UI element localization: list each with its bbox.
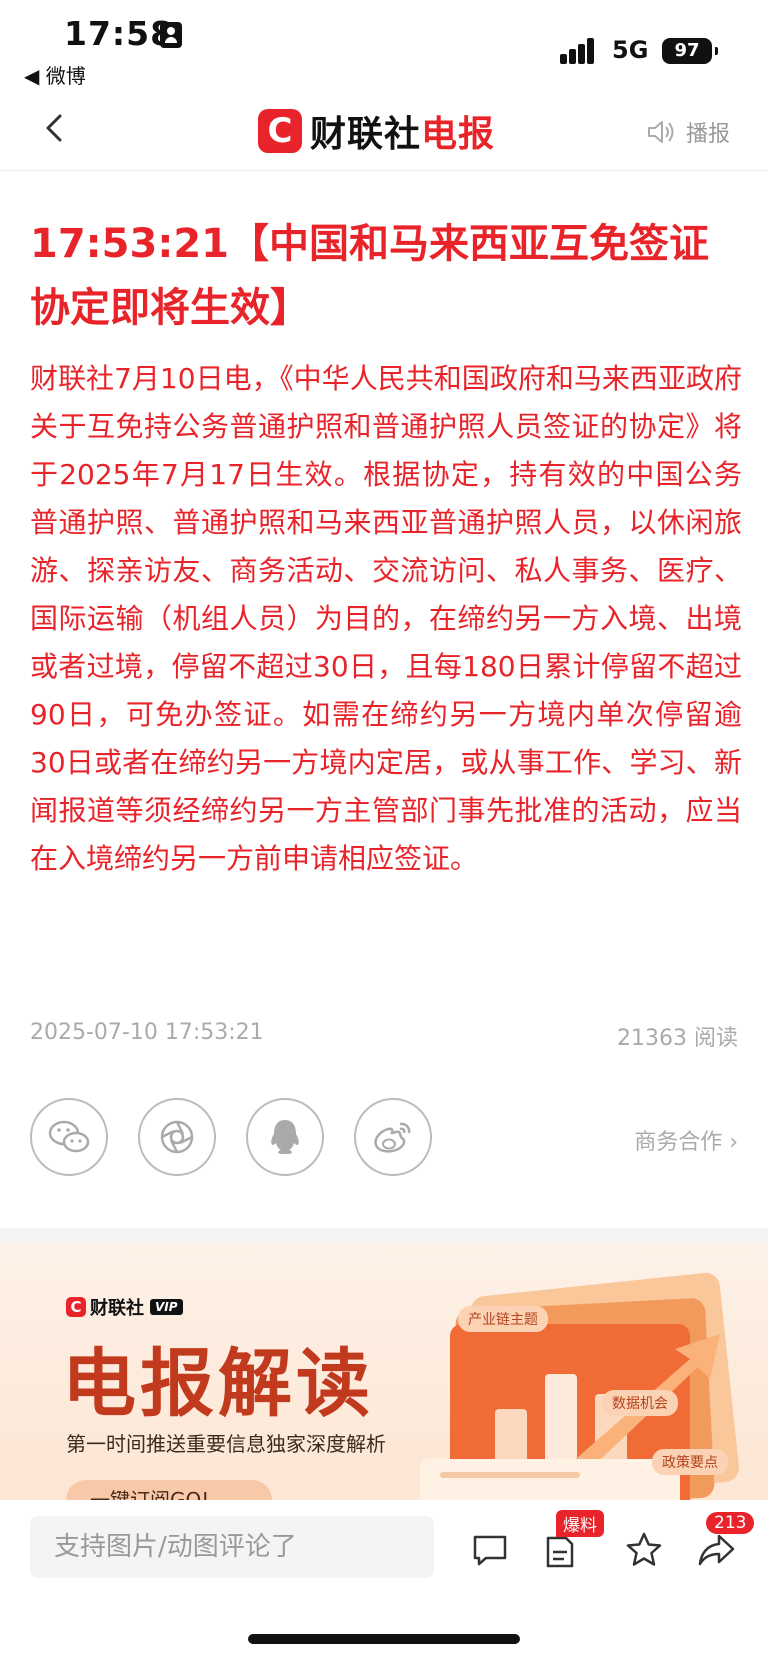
share-qq-button[interactable] [246, 1098, 324, 1176]
banner-chip: 政策要点 [652, 1449, 728, 1475]
network-type: 5G [612, 36, 649, 64]
weibo-icon [374, 1122, 411, 1153]
favorite-button[interactable] [624, 1530, 664, 1570]
wechat-icon [48, 1120, 90, 1153]
share-arrow-icon [698, 1534, 735, 1566]
banner-chip: 产业链主题 [458, 1306, 548, 1332]
chevron-left-icon [46, 114, 62, 142]
logo-mark: C [258, 109, 302, 153]
qq-icon [271, 1120, 299, 1154]
banner-title: 电报解读 [62, 1341, 374, 1427]
banner-chip: 数据机会 [602, 1390, 678, 1416]
back-to-app-link[interactable]: ◀ 微博 [24, 60, 86, 89]
moments-icon [160, 1120, 194, 1154]
section-divider [0, 1228, 768, 1244]
comment-input[interactable]: 支持图片/动图评论了 [30, 1516, 434, 1578]
nav-bar: C 财联社 电报 播报 [0, 92, 768, 171]
speaker-icon [648, 121, 674, 143]
logo-brand: 财联社 [310, 114, 422, 155]
share-row [30, 1098, 462, 1176]
report-badge: 爆料 [556, 1510, 604, 1537]
article-datetime: 2025-07-10 17:53:21 [30, 1020, 264, 1045]
logo-product: 电报 [421, 114, 496, 155]
banner-subtitle: 第一时间推送重要信息独家深度解析 [66, 1432, 386, 1456]
home-indicator [248, 1634, 520, 1644]
comment-icon [473, 1535, 507, 1566]
comment-button[interactable] [470, 1530, 510, 1570]
battery-icon: 97 [662, 38, 718, 64]
article-headline: 17:53:21【中国和马来西亚互免签证协定即将生效】 [30, 221, 709, 331]
share-moments-button[interactable] [138, 1098, 216, 1176]
share-button[interactable] [696, 1530, 736, 1570]
article-body: 财联社7月10日电，《中华人民共和国政府和马来西亚政府关于互免持公务普通护照和普… [30, 362, 742, 875]
status-time: 17:58 [64, 14, 175, 53]
broadcast-label: 播报 [686, 122, 731, 147]
broadcast-button[interactable]: 播报 [646, 116, 730, 148]
status-bar: 17:58 ◀ 微博 5G 97 [0, 0, 768, 92]
share-weibo-button[interactable] [354, 1098, 432, 1176]
share-wechat-button[interactable] [30, 1098, 108, 1176]
vip-logo: C 财联社 VIP [66, 1294, 183, 1320]
contact-card-icon [160, 22, 182, 48]
article-meta: 2025-07-10 17:53:21 21363 阅读 [30, 1020, 738, 1052]
app-logo: C 财联社 电报 [258, 106, 495, 156]
signal-icon [560, 36, 602, 64]
star-icon [626, 1532, 662, 1566]
bottom-action-bar: 支持图片/动图评论了 爆料 213 [0, 1500, 768, 1663]
vip-promo-banner[interactable]: 产业链主题 数据机会 政策要点 C 财联社 VIP 电报解读 第一时间推送重要信… [0, 1244, 768, 1500]
share-count-badge: 213 [706, 1512, 755, 1534]
article-read-count: 21363 阅读 [617, 1026, 738, 1051]
subscribe-button[interactable]: 一键订阅GO! [66, 1480, 272, 1500]
vip-tag: VIP [150, 1299, 183, 1315]
vip-brand: 财联社 [90, 1298, 144, 1319]
back-button[interactable] [36, 108, 76, 148]
vip-logo-mark: C [66, 1297, 86, 1317]
business-cooperation-link[interactable]: 商务合作 › [634, 1124, 738, 1156]
